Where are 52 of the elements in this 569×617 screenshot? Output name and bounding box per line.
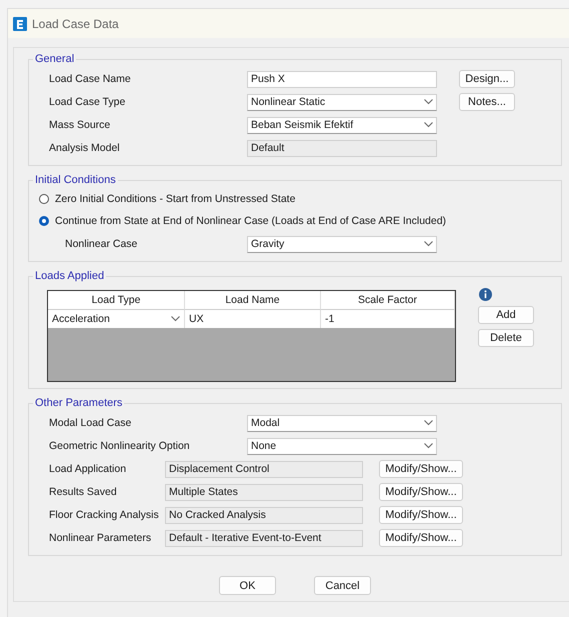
field-label: Load Case Type xyxy=(48,96,126,108)
field-label: Load Case Name xyxy=(48,73,132,85)
dropdown[interactable]: Gravity xyxy=(247,236,437,252)
field-label: Mass Source xyxy=(48,119,112,131)
field-label: Nonlinear Case xyxy=(64,238,138,250)
table-cell[interactable]: UX xyxy=(185,310,321,328)
group-title: Initial Conditions xyxy=(34,174,117,186)
table-cell[interactable]: Acceleration xyxy=(48,310,185,328)
chevron-down-icon xyxy=(424,241,433,247)
dialog-button[interactable]: Notes... xyxy=(459,93,515,111)
chevron-down-icon xyxy=(424,122,433,128)
modify-show-button[interactable]: Modify/Show... xyxy=(379,483,463,501)
dialog-button[interactable]: Add xyxy=(478,306,534,324)
field-label: Results Saved xyxy=(49,486,118,498)
radio-label: Continue from State at End of Nonlinear Case (Loads at End of Case ARE Included) xyxy=(55,215,446,227)
chevron-down-icon xyxy=(424,420,433,426)
readonly-field: Default - Iterative Event-to-Event xyxy=(165,530,363,546)
group-title: General xyxy=(34,53,76,65)
field-label: Nonlinear Parameters xyxy=(49,532,152,544)
modify-show-button[interactable]: Modify/Show... xyxy=(379,529,463,547)
window-title: Load Case Data xyxy=(32,16,119,30)
dropdown[interactable]: Nonlinear Static xyxy=(247,94,437,110)
readonly-field: Displacement Control xyxy=(165,460,363,478)
radio-label: Zero Initial Conditions - Start from Unstressed State xyxy=(55,193,296,205)
dropdown[interactable]: Modal xyxy=(247,414,437,432)
dropdown[interactable]: Beban Seismik Efektif xyxy=(247,116,437,134)
chevron-down-icon xyxy=(424,99,433,105)
text-field[interactable]: Push X xyxy=(247,70,437,88)
dialog-button[interactable]: Design... xyxy=(459,70,515,88)
dialog-button[interactable]: Cancel xyxy=(314,576,371,595)
radio-button[interactable] xyxy=(39,194,49,204)
readonly-field: Default xyxy=(247,140,437,156)
chevron-down-icon xyxy=(424,443,433,449)
radio-button[interactable] xyxy=(39,216,49,226)
group-title: Other Parameters xyxy=(34,397,124,409)
field-label: Load Application xyxy=(49,463,128,475)
field-label: Modal Load Case xyxy=(48,417,132,429)
readonly-field: No Cracked Analysis xyxy=(165,506,363,524)
field-label: Analysis Model xyxy=(48,142,121,154)
table-cell[interactable]: -1 xyxy=(321,310,455,328)
field-label: Geometric Nonlinearity Option xyxy=(48,440,191,452)
chevron-down-icon xyxy=(171,316,180,322)
dialog-button[interactable]: OK xyxy=(219,576,276,595)
info-icon[interactable] xyxy=(479,288,492,301)
modify-show-button[interactable]: Modify/Show... xyxy=(379,460,463,478)
field-label: Floor Cracking Analysis xyxy=(49,509,160,521)
readonly-field: Multiple States xyxy=(165,484,363,500)
dialog-button[interactable]: Delete xyxy=(478,329,534,347)
app-logo-icon xyxy=(13,16,27,30)
group-title: Loads Applied xyxy=(34,270,106,282)
dropdown[interactable]: None xyxy=(247,438,437,454)
modify-show-button[interactable]: Modify/Show... xyxy=(379,506,463,524)
